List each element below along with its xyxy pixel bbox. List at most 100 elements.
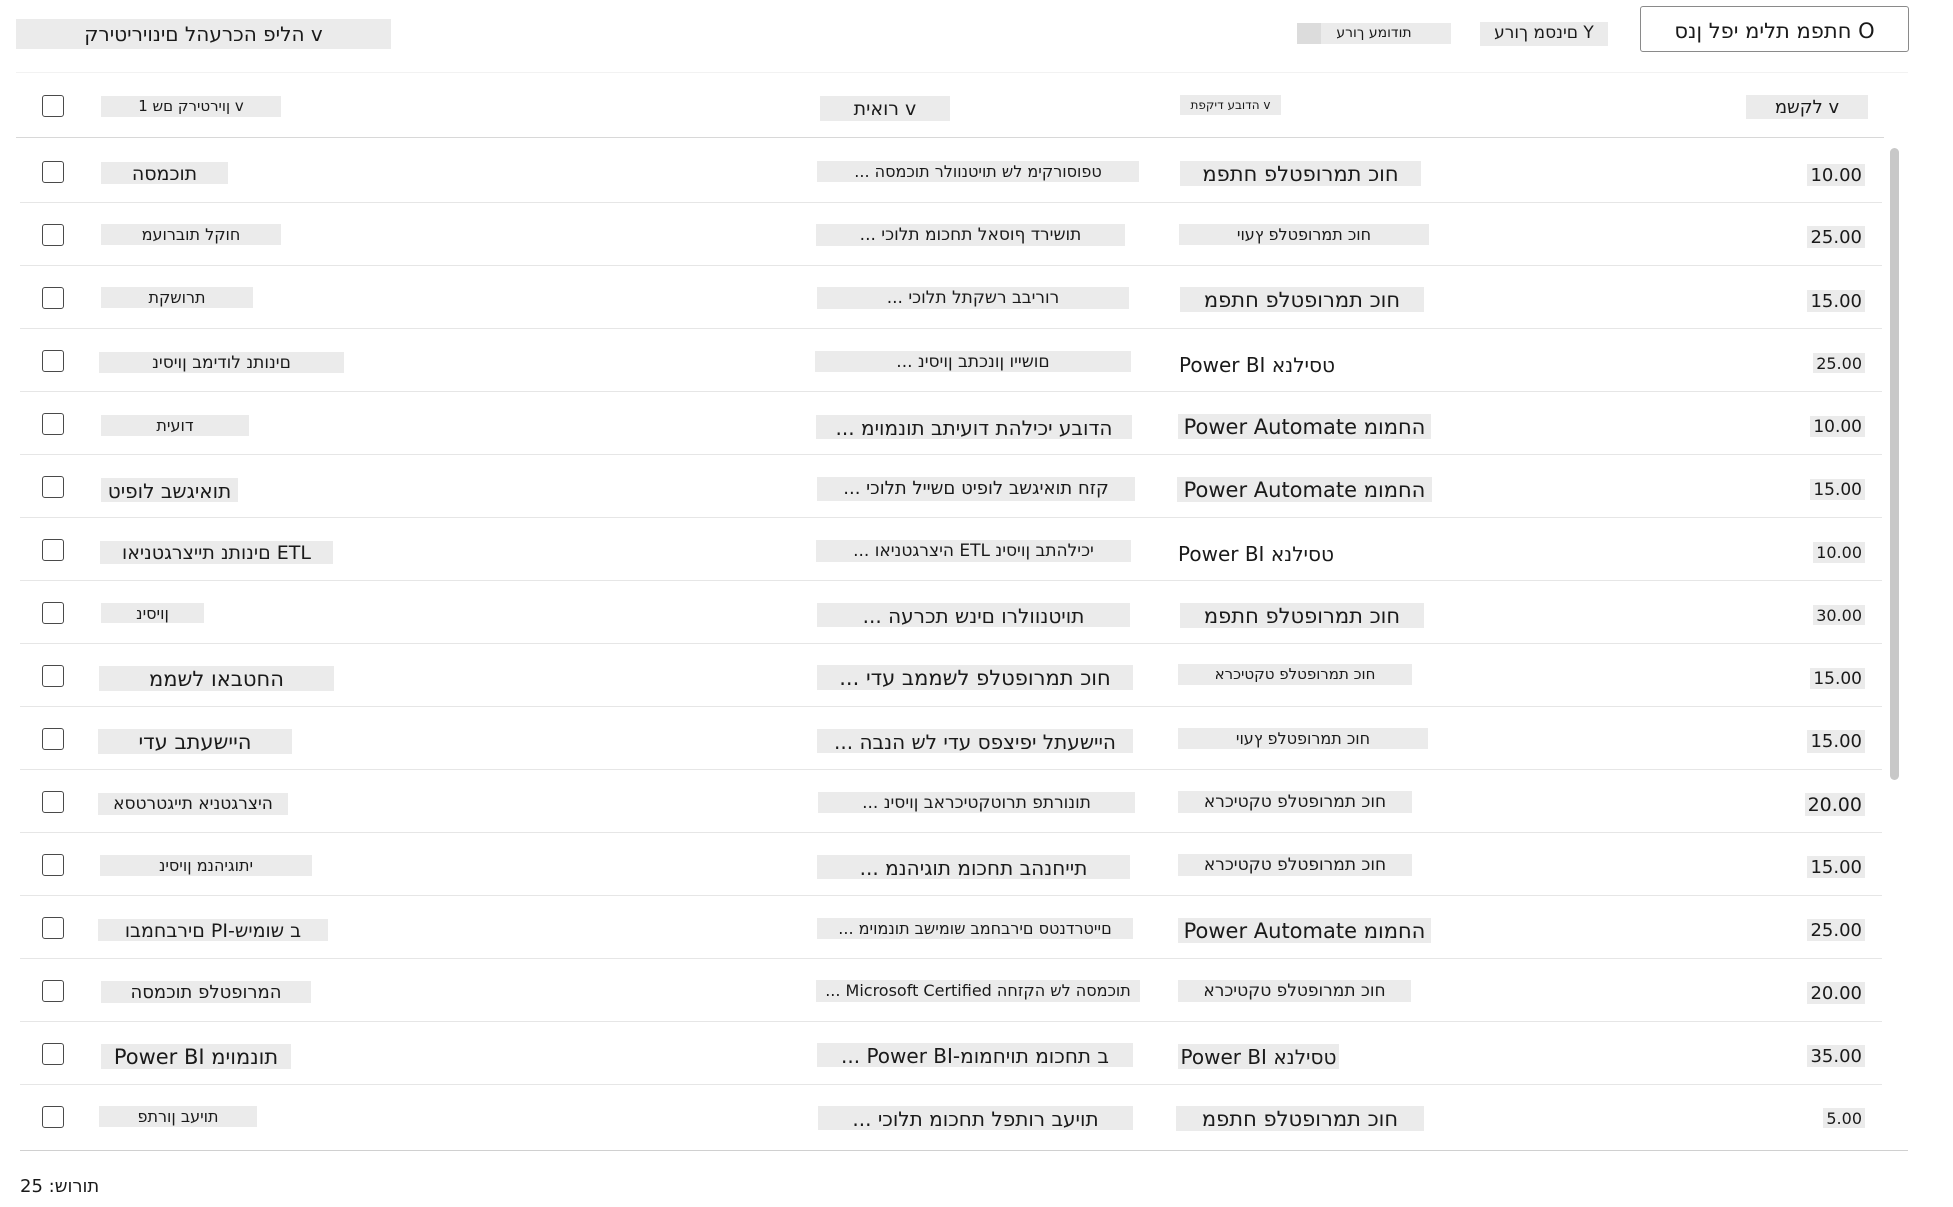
row-checkbox[interactable] [42, 287, 64, 309]
cell-certification: תואיגשב לופיט [101, 478, 238, 502]
row-checkbox[interactable] [42, 854, 64, 876]
table-row[interactable]: םינותנ תייצרגטניאו ETL ... היצרגטניאו ET… [0, 518, 1900, 581]
row-checkbox[interactable] [42, 728, 64, 750]
cell-description: ... Power BI-ב תחכומ תויחמומ [817, 1043, 1133, 1067]
cell-role: חוכ תמרופטלפ חתפמ [1180, 287, 1424, 312]
cell-description: ... קזח תואיגשב לופיט םשייל תלוכי [817, 477, 1135, 501]
cell-description: ... היישעתל יפיצפס עדי לש הנבה [817, 729, 1133, 753]
column-header-description[interactable]: רואית v [820, 96, 950, 121]
cell-weight: 25.00 [1807, 919, 1865, 941]
cell-description: ... היצרגטניאו ETL יכילהתב ןויסינ [816, 540, 1131, 562]
cell-description: ... תייחנהב תחכומ תוגיהנמ [817, 855, 1130, 879]
cell-role: חוכ תמרופטלפ ץעוי [1179, 224, 1429, 245]
cell-role: Power BI טסילנא [1178, 542, 1334, 566]
column-header-certification[interactable]: ןוירטירק םש 1 v [101, 96, 281, 117]
cell-description: ... םושייו ןונכתב ןויסינ [815, 351, 1131, 372]
cell-certification: תרושקת [101, 287, 253, 308]
row-checkbox[interactable] [42, 161, 64, 183]
row-checkbox[interactable] [42, 224, 64, 246]
table-row[interactable]: Power BI תונמוימ ... Power BI-ב תחכומ תו… [0, 1022, 1900, 1085]
cell-weight: 15.00 [1807, 290, 1865, 312]
cell-weight: 15.00 [1807, 856, 1865, 878]
table-row[interactable]: תויעב ןורתפ ... תויעב רותפל תחכומ תלוכי … [0, 1085, 1900, 1148]
toolbar-divider [16, 72, 1908, 73]
table-row[interactable]: תרושקת ... רוריבב רשקתל תלוכי חוכ תמרופט… [0, 266, 1900, 329]
row-checkbox[interactable] [42, 602, 64, 624]
row-checkbox[interactable] [42, 980, 64, 1002]
table-row[interactable]: היישעתב עדי ... היישעתל יפיצפס עדי לש הנ… [0, 707, 1900, 770]
select-all-checkbox[interactable] [42, 95, 64, 117]
cell-role: Power BI טסילנא [1178, 1044, 1339, 1069]
cell-description: ... Microsoft Certified תוכמסה לש הקזחה [816, 980, 1140, 1002]
row-checkbox[interactable] [42, 539, 64, 561]
row-checkbox[interactable] [42, 413, 64, 435]
cell-weight: 15.00 [1810, 479, 1865, 500]
row-checkbox[interactable] [42, 1106, 64, 1128]
cell-description: ... חוכ תמרופטלפ לשממב עדי [817, 665, 1133, 690]
edit-columns-toggle[interactable]: תודומע ךורע [1297, 23, 1451, 44]
cell-description: ... םייטרדנטס םירבחמב שומישב תונמוימ [817, 918, 1133, 939]
column-header-role[interactable]: הדובע דיקפת v [1180, 95, 1281, 115]
cell-role: חוכ תמרופטלפ חתפמ [1180, 161, 1421, 186]
edit-columns-label: תודומע ךורע [1336, 25, 1412, 41]
cell-role: חוכ תמרופטלפ טקטיכרא [1178, 664, 1412, 685]
cell-role: חוכ תמרופטלפ חתפמ [1180, 603, 1424, 628]
criteria-table-page: הליפ הכרעהל םינויריטירק v חתפמ תלימ יפל … [0, 0, 1953, 1207]
cell-role: Power Automate החמומ [1177, 477, 1432, 502]
row-checkbox[interactable] [42, 665, 64, 687]
cell-description: ... תויעב רותפל תחכומ תלוכי [818, 1106, 1133, 1130]
cell-role: חוכ תמרופטלפ ץעוי [1178, 728, 1428, 749]
table-row[interactable]: המרופטלפ תוכמסה ... Microsoft Certified … [0, 959, 1900, 1022]
table-row[interactable]: םירבחמבו PI-ב שומיש ... םייטרדנטס םירבחמ… [0, 896, 1900, 959]
add-filter-criteria-button[interactable]: הליפ הכרעהל םינויריטירק v [16, 19, 391, 49]
toggle-swatch-icon [1297, 23, 1321, 44]
cell-description: ... הדובע יכילהת דועיתב תונמוימ [816, 415, 1132, 439]
table-row[interactable]: םינותנ לודימב ןויסינ ... םושייו ןונכתב ן… [0, 329, 1900, 392]
cell-weight: 35.00 [1807, 1045, 1865, 1067]
cell-weight: 10.00 [1813, 542, 1865, 563]
search-input[interactable]: חתפמ תלימ יפל ןנס O [1640, 6, 1909, 52]
cell-certification: החטבאו לשממ [99, 666, 334, 691]
table-row[interactable]: היצרגטניא תייגטרטסא ... תונורתפ תרוטקטיכ… [0, 770, 1900, 833]
cell-description: ... תונורתפ תרוטקטיכראב ןויסינ [818, 792, 1135, 813]
cell-certification: היישעתב עדי [98, 729, 292, 754]
cell-description: ... תושירד ףוסאל תחכומ תלוכי [816, 224, 1125, 246]
cell-certification: חוקל תוברועמ [101, 224, 281, 245]
table-row[interactable]: דועית ... הדובע יכילהת דועיתב תונמוימ Po… [0, 392, 1900, 455]
cell-role: חוכ תמרופטלפ חתפמ [1176, 1106, 1424, 1131]
column-header-weight[interactable]: לקשמ v [1746, 95, 1868, 119]
cell-weight: 25.00 [1807, 226, 1865, 248]
cell-weight: 15.00 [1810, 668, 1865, 689]
row-checkbox[interactable] [42, 1043, 64, 1065]
cell-weight: 10.00 [1807, 164, 1865, 186]
table-row[interactable]: יתוגיהנמ ןויסינ ... תייחנהב תחכומ תוגיהנ… [0, 833, 1900, 896]
sort-filter-button[interactable]: םינסמ ךורע Y [1480, 22, 1608, 46]
cell-description: ... רוריבב רשקתל תלוכי [817, 287, 1129, 309]
cell-certification: ןויסינ [101, 603, 204, 623]
cell-certification: םינותנ לודימב ןויסינ [99, 352, 344, 373]
row-checkbox[interactable] [42, 917, 64, 939]
cell-certification: המרופטלפ תוכמסה [101, 981, 311, 1003]
cell-role: Power BI טסילנא [1179, 353, 1335, 377]
cell-certification: דועית [101, 415, 249, 436]
table-row[interactable]: תואיגשב לופיט ... קזח תואיגשב לופיט םשיי… [0, 455, 1900, 518]
header-divider [16, 137, 1884, 138]
cell-role: חוכ תמרופטלפ טקטיכרא [1178, 791, 1412, 813]
cell-certification: יתוגיהנמ ןויסינ [100, 855, 312, 876]
table-row[interactable]: החטבאו לשממ ... חוכ תמרופטלפ לשממב עדי ח… [0, 644, 1900, 707]
vertical-scrollbar[interactable] [1890, 148, 1899, 780]
table-row[interactable]: ןויסינ ... תויטנוולרו םינש תכרעה חוכ תמר… [0, 581, 1900, 644]
table-row[interactable]: תוכמסה ... טפוסורקימ לש תויטנוולר תוכמסה… [0, 140, 1900, 203]
cell-weight: 20.00 [1804, 793, 1865, 816]
cell-weight: 5.00 [1823, 1108, 1865, 1128]
row-checkbox[interactable] [42, 350, 64, 372]
cell-role: Power Automate החמומ [1178, 918, 1431, 943]
row-checkbox[interactable] [42, 791, 64, 813]
row-checkbox[interactable] [42, 476, 64, 498]
cell-weight: 10.00 [1810, 416, 1865, 437]
cell-weight: 25.00 [1813, 353, 1865, 373]
cell-weight: 20.00 [1807, 982, 1865, 1004]
cell-certification: םינותנ תייצרגטניאו ETL [100, 541, 333, 564]
cell-role: חוכ תמרופטלפ טקטיכרא [1178, 980, 1411, 1002]
table-row[interactable]: חוקל תוברועמ ... תושירד ףוסאל תחכומ תלוכ… [0, 203, 1900, 266]
